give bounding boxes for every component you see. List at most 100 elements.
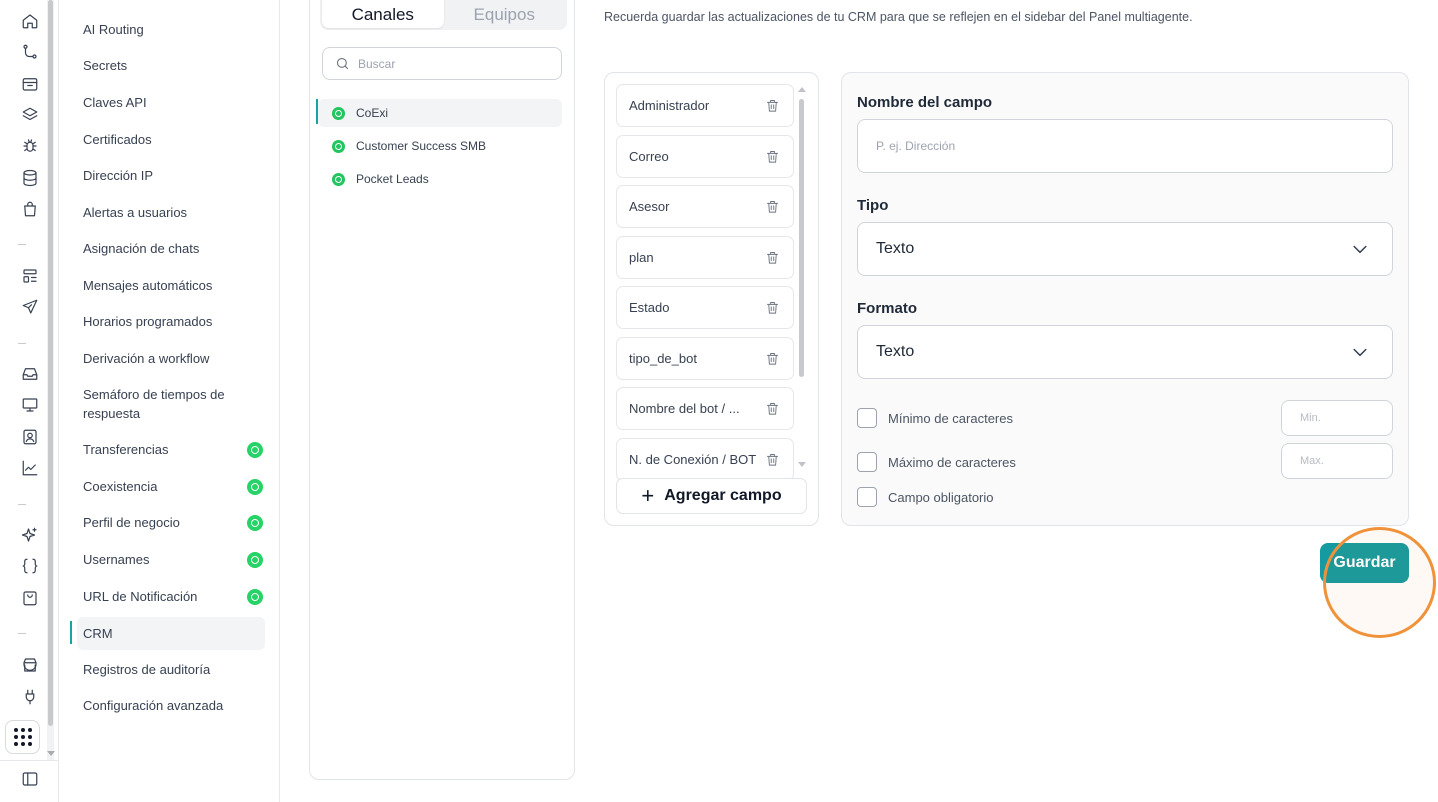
nav-item-certificados[interactable]: Certificados	[77, 130, 265, 149]
nav-item-horarios-programados[interactable]: Horarios programados	[77, 312, 265, 331]
send-icon[interactable]	[20, 297, 40, 317]
search-input[interactable]	[358, 56, 548, 71]
nav-item-derivacion-a-workflow[interactable]: Derivación a workflow	[77, 349, 265, 368]
whatsapp-icon	[332, 172, 345, 186]
whatsapp-icon	[332, 106, 345, 120]
fields-scrollbar[interactable]	[798, 87, 806, 467]
required-checkbox[interactable]	[857, 487, 877, 507]
nav-item-registros-de-auditoria[interactable]: Registros de auditoría	[77, 660, 265, 679]
sidebar-toggle-icon[interactable]	[20, 769, 40, 789]
crm-field-item[interactable]: tipo_de_bot	[616, 336, 794, 380]
trash-icon[interactable]	[765, 250, 781, 266]
field-name-input[interactable]	[857, 119, 1393, 173]
rail-divider	[18, 633, 26, 634]
nav-item-configuracion-avanzada[interactable]: Configuración avanzada	[77, 696, 265, 715]
nav-item-transferencias[interactable]: Transferencias	[77, 440, 265, 459]
nav-item-label: Alertas a usuarios	[83, 205, 188, 220]
whatsapp-icon	[247, 551, 263, 568]
min-chars-checkbox[interactable]	[857, 408, 877, 428]
trash-icon[interactable]	[765, 351, 781, 367]
bug-icon[interactable]	[20, 136, 40, 156]
nav-item-claves-api[interactable]: Claves API	[77, 93, 265, 112]
channel-label: Customer Success SMB	[356, 139, 487, 153]
rail-divider	[18, 244, 26, 245]
crm-field-item[interactable]: plan	[616, 235, 794, 279]
shopping-cart-icon[interactable]	[20, 588, 40, 608]
channel-item-pocket-leads[interactable]: Pocket Leads	[318, 165, 562, 193]
nav-item-url-de-notificacion[interactable]: URL de Notificación	[77, 587, 265, 606]
chart-line-icon[interactable]	[20, 458, 40, 478]
nav-item-direccion-ip[interactable]: Dirección IP	[77, 166, 265, 185]
crm-field-item[interactable]: Asesor	[616, 185, 794, 228]
max-chars-checkbox[interactable]	[857, 452, 877, 472]
rail-divider	[18, 343, 26, 344]
nav-item-label: Mensajes automáticos	[83, 278, 213, 293]
trash-icon[interactable]	[765, 452, 781, 468]
archive-icon[interactable]	[20, 74, 40, 94]
crm-field-item[interactable]: Estado	[616, 286, 794, 329]
contact-icon[interactable]	[20, 427, 40, 447]
nav-item-crm[interactable]: CRM	[77, 617, 265, 650]
plug-icon[interactable]	[20, 687, 40, 707]
crm-field-item[interactable]: Correo	[616, 134, 794, 178]
active-nav-indicator	[70, 621, 72, 644]
crm-field-item[interactable]: Nombre del bot / ...	[616, 387, 794, 430]
shopping-bag-icon[interactable]	[20, 199, 40, 219]
nav-item-label: Transferencias	[83, 442, 169, 457]
crm-field-label: N. de Conexión / BOT	[629, 451, 757, 467]
min-chars-input[interactable]	[1281, 400, 1393, 436]
sparkles-icon[interactable]	[20, 525, 40, 545]
format-select[interactable]: Texto	[857, 325, 1393, 379]
nav-item-asignacion-de-chats[interactable]: Asignación de chats	[77, 239, 265, 258]
tab-equipos[interactable]: Equipos	[444, 0, 566, 28]
required-label: Campo obligatorio	[888, 489, 994, 505]
nav-item-secrets[interactable]: Secrets	[77, 56, 265, 75]
inbox-icon[interactable]	[20, 364, 40, 384]
channels-panel: Canales Equipos CoExi Customer Success S…	[309, 0, 575, 780]
layers-icon[interactable]	[20, 105, 40, 125]
monitor-icon[interactable]	[20, 395, 40, 415]
field-editor-form: Nombre del campo Tipo Texto Formato Text…	[841, 72, 1409, 526]
trash-icon[interactable]	[765, 300, 781, 316]
trash-icon[interactable]	[765, 401, 781, 417]
layout-list-icon[interactable]	[20, 266, 40, 286]
channel-item-customer-success-smb[interactable]: Customer Success SMB	[318, 132, 562, 160]
crm-field-label: Asesor	[629, 199, 670, 214]
store-icon[interactable]	[20, 655, 40, 675]
tab-canales[interactable]: Canales	[322, 0, 444, 28]
trash-icon[interactable]	[765, 98, 781, 114]
database-icon[interactable]	[20, 168, 40, 188]
nav-item-alertas-a-usuarios[interactable]: Alertas a usuarios	[77, 203, 265, 222]
nav-item-perfil-de-negocio[interactable]: Perfil de negocio	[77, 513, 265, 532]
crm-field-item[interactable]: N. de Conexión / BOT	[616, 437, 794, 481]
nav-item-label: Semáforo de tiempos de respuesta	[83, 387, 225, 421]
channel-search	[322, 47, 562, 80]
crm-field-label: Correo	[629, 148, 669, 164]
nav-item-label: Configuración avanzada	[83, 698, 224, 713]
channel-label: Pocket Leads	[356, 172, 429, 186]
trash-icon[interactable]	[765, 199, 781, 215]
apps-grid-button[interactable]	[5, 720, 40, 754]
nav-item-coexistencia[interactable]: Coexistencia	[77, 477, 265, 496]
nav-item-label: Usernames	[83, 552, 150, 567]
max-chars-input[interactable]	[1281, 443, 1393, 479]
whatsapp-icon	[247, 441, 263, 458]
home-icon[interactable]	[20, 11, 40, 31]
git-branch-icon[interactable]	[20, 42, 40, 62]
whatsapp-icon	[247, 478, 263, 495]
rail-scrollbar[interactable]	[47, 0, 55, 760]
crm-field-item[interactable]: Administrador	[616, 84, 794, 127]
settings-nav: AI Routing Secrets Claves API Certificados D…	[59, 0, 280, 802]
braces-icon[interactable]	[20, 556, 40, 576]
crm-field-label: Administrador	[629, 98, 710, 113]
whatsapp-icon	[247, 588, 263, 605]
nav-item-usernames[interactable]: Usernames	[77, 550, 265, 569]
add-field-button[interactable]: + Agregar campo	[616, 478, 807, 514]
type-select[interactable]: Texto	[857, 222, 1393, 276]
channel-item-coexi[interactable]: CoExi	[318, 99, 562, 127]
nav-item-ai-routing[interactable]: AI Routing	[77, 20, 265, 39]
trash-icon[interactable]	[765, 149, 781, 165]
save-button[interactable]: Guardar	[1320, 543, 1409, 583]
nav-item-mensajes-automaticos[interactable]: Mensajes automáticos	[77, 276, 265, 295]
nav-item-semaforo-de-tiempos-de-respuesta[interactable]: Semáforo de tiempos de respuesta	[77, 385, 237, 423]
